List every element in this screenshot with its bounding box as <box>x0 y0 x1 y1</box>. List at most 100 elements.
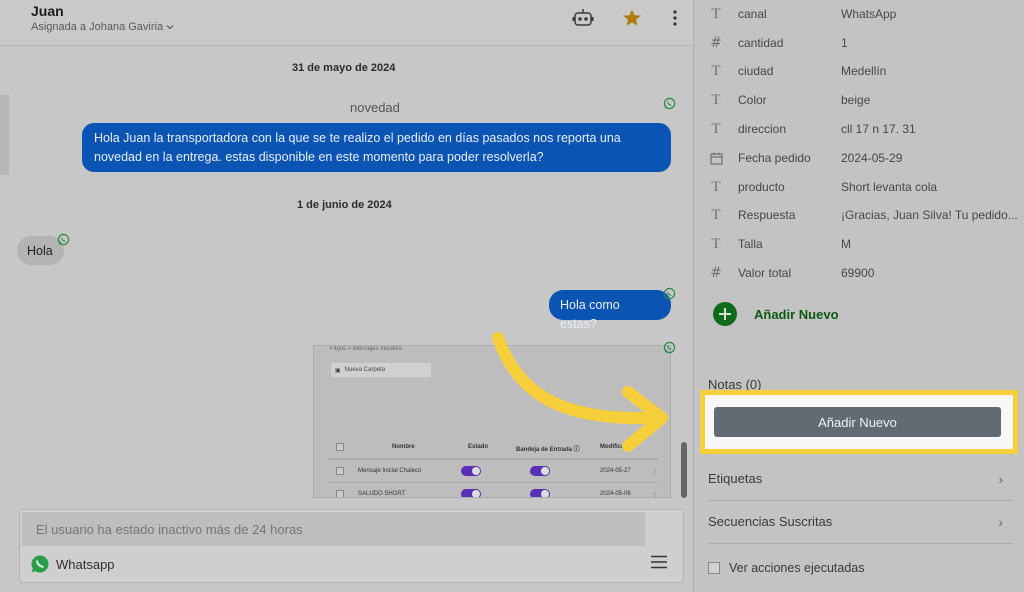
executed-actions-checkbox[interactable] <box>708 562 720 574</box>
tags-label: Etiquetas <box>708 471 763 486</box>
field-label: Color <box>738 93 767 107</box>
preview-toggle <box>461 489 481 497</box>
text-type-icon: T <box>711 5 721 22</box>
preview-table-row: SALUDO SHORT 2024-05-06 ⋮ <box>328 482 658 498</box>
preview-folder-label: Nueva Carpeta <box>344 367 386 373</box>
field-value: ¡Gracias, Juan Silva! Tu pedido... <box>841 208 1018 222</box>
field-row[interactable]: # Valor total 69900 <box>708 265 1008 285</box>
text-type-icon: T <box>711 91 721 108</box>
chat-panel: Juan Asignada a Johana Gaviria 31 de may… <box>0 0 693 592</box>
chat-scrollbar[interactable] <box>681 442 687 498</box>
field-value: Medellín <box>841 64 887 78</box>
preview-breadcrumb: Flujos > Mensajes Iniciales <box>330 346 402 352</box>
sequences-section[interactable]: Secuencias Suscritas › <box>708 514 1013 534</box>
whatsapp-icon <box>663 287 676 300</box>
text-type-icon: T <box>711 120 721 137</box>
preview-toggle <box>530 489 550 497</box>
channel-selector[interactable]: Whatsapp <box>30 554 115 574</box>
menu-icon[interactable] <box>650 555 668 569</box>
preview-cell: Mensaje Inicial Chaleco <box>358 468 422 474</box>
bot-icon[interactable] <box>572 8 594 28</box>
field-label: Talla <box>738 237 763 251</box>
preview-table: Nombre Estado Bandeja de Entrada ⓘ Modif… <box>328 436 658 498</box>
divider <box>708 500 1013 501</box>
field-row[interactable]: T producto Short levanta cola <box>708 179 1008 199</box>
message-input[interactable] <box>22 512 645 546</box>
preview-col: Bandeja de Entrada ⓘ <box>516 447 580 453</box>
outgoing-message-bubble: Hola Juan la transportadora con la que s… <box>82 123 671 172</box>
image-attachment[interactable]: Flujos > Mensajes Iniciales ▣ Nueva Carp… <box>313 345 671 498</box>
field-value: 1 <box>841 36 848 50</box>
field-row[interactable]: Fecha pedido 2024-05-29 <box>708 150 1008 170</box>
contact-details-panel: T canal WhatsApp # cantidad 1 T ciudad M… <box>693 0 1024 592</box>
field-row[interactable]: T Color beige <box>708 92 1008 112</box>
field-label: ciudad <box>738 64 774 78</box>
field-value: M <box>841 237 851 251</box>
whatsapp-icon <box>31 555 49 573</box>
text-type-icon: T <box>711 62 721 79</box>
field-row[interactable]: # cantidad 1 <box>708 35 1008 55</box>
field-value: 2024-05-29 <box>841 151 903 165</box>
preview-cell: 2024-05-06 <box>600 491 631 497</box>
text-type-icon: T <box>711 206 721 223</box>
whatsapp-icon <box>663 97 676 110</box>
preview-new-folder-button: ▣ Nueva Carpeta <box>331 363 431 377</box>
preview-checkbox <box>336 467 344 475</box>
add-field-button[interactable]: Añadir Nuevo <box>713 302 839 326</box>
field-value: Short levanta cola <box>841 180 938 194</box>
preview-checkbox <box>336 443 344 451</box>
executed-actions-label: Ver acciones ejecutadas <box>729 561 865 575</box>
number-type-icon: # <box>710 265 722 281</box>
preview-table-header: Nombre Estado Bandeja de Entrada ⓘ Modif… <box>328 436 658 459</box>
field-row[interactable]: T ciudad Medellín <box>708 63 1008 83</box>
text-type-icon: T <box>711 235 721 252</box>
field-label: producto <box>738 180 785 194</box>
number-type-icon: # <box>710 35 722 51</box>
highlighted-add-note-area: Añadir Nuevo <box>700 390 1018 454</box>
field-label: Valor total <box>738 266 792 280</box>
preview-toggle <box>461 466 481 476</box>
channel-label: Whatsapp <box>56 556 115 572</box>
field-label: canal <box>738 7 767 21</box>
preview-col: Estado <box>468 444 489 450</box>
preview-kebab-icon: ⋮ <box>652 469 658 475</box>
assignee-dropdown[interactable]: Asignada a Johana Gaviria <box>31 21 175 33</box>
star-icon[interactable] <box>621 8 643 28</box>
template-name: novedad <box>350 100 400 115</box>
date-separator: 1 de junio de 2024 <box>297 199 392 211</box>
preview-kebab-icon: ⋮ <box>652 492 658 498</box>
field-row[interactable]: T canal WhatsApp <box>708 6 1008 26</box>
preview-cell: 2024-05-27 <box>600 468 631 474</box>
field-row[interactable]: T direccion cll 17 n 17. 31 <box>708 121 1008 141</box>
field-label: Fecha pedido <box>738 151 811 165</box>
add-note-button[interactable]: Añadir Nuevo <box>714 407 1001 437</box>
preview-toggle <box>530 466 550 476</box>
chevron-down-icon <box>166 25 174 30</box>
field-label: Respuesta <box>738 208 796 222</box>
chat-header: Juan Asignada a Johana Gaviria <box>0 0 693 46</box>
field-value: beige <box>841 93 871 107</box>
field-row[interactable]: T Respuesta ¡Gracias, Juan Silva! Tu ped… <box>708 206 1017 227</box>
chevron-right-icon: › <box>998 514 1003 530</box>
field-row[interactable]: T Talla M <box>708 236 1008 256</box>
more-options-icon[interactable] <box>664 8 686 28</box>
executed-actions-toggle[interactable]: Ver acciones ejecutadas <box>708 561 865 575</box>
preview-col: Modifica <box>600 444 625 450</box>
left-edge-strip <box>0 95 9 175</box>
chevron-right-icon: › <box>998 471 1003 487</box>
preview-checkbox <box>336 490 344 497</box>
plus-circle-icon <box>713 302 737 326</box>
field-label: direccion <box>738 122 787 136</box>
date-separator: 31 de mayo de 2024 <box>292 62 396 74</box>
text-type-icon: T <box>711 178 721 195</box>
whatsapp-icon <box>663 341 676 354</box>
add-field-label: Añadir Nuevo <box>754 306 839 322</box>
field-value: cll 17 n 17. 31 <box>841 122 916 136</box>
outgoing-message-bubble: Hola como estas? <box>549 290 671 331</box>
preview-col: Nombre <box>392 444 415 450</box>
divider <box>708 543 1013 544</box>
calendar-icon <box>708 150 724 166</box>
tags-section[interactable]: Etiquetas › <box>708 471 1013 491</box>
preview-table-row: Mensaje Inicial Chaleco 2024-05-27 ⋮ <box>328 459 658 482</box>
preview-cell: SALUDO SHORT <box>358 491 406 497</box>
